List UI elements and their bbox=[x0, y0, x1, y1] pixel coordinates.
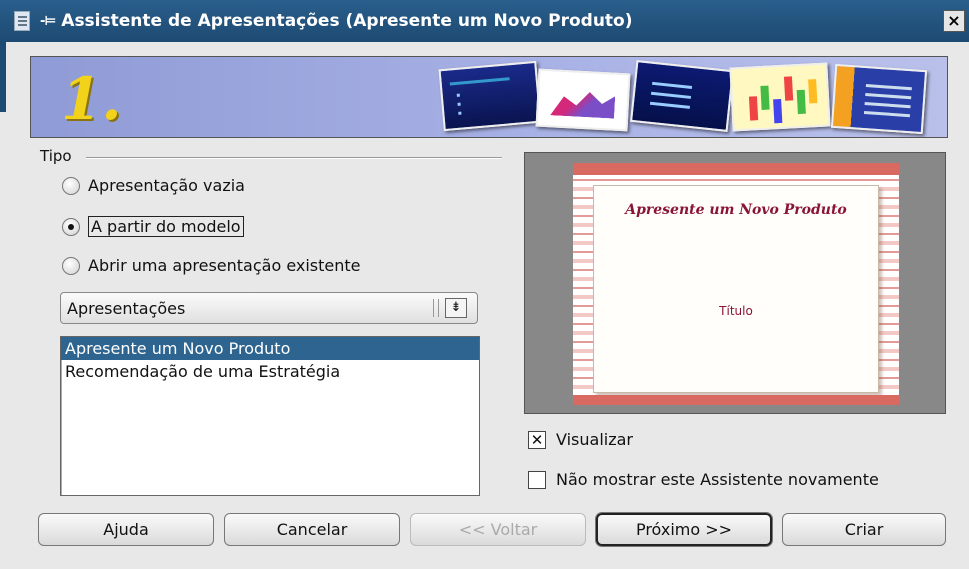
radio-label: Abrir uma apresentação existente bbox=[88, 256, 361, 275]
slide-thumbnail-icon bbox=[630, 60, 734, 132]
step-number: 1. bbox=[61, 65, 122, 133]
criar-button[interactable]: Criar bbox=[782, 513, 946, 546]
visualizar-label: Visualizar bbox=[556, 430, 633, 449]
slide-thumbnail-icon bbox=[438, 60, 542, 132]
pin-icon[interactable]: -⊨ bbox=[40, 14, 56, 29]
document-icon bbox=[14, 9, 34, 33]
radio-abrir-apresentacao[interactable]: Abrir uma apresentação existente bbox=[62, 256, 361, 275]
nao-mostrar-option[interactable]: Não mostrar este Assistente novamente bbox=[528, 470, 879, 489]
slide-subtitle: Título bbox=[719, 304, 753, 318]
category-select[interactable]: Apresentações ⇟ bbox=[60, 292, 478, 324]
nao-mostrar-checkbox[interactable] bbox=[528, 470, 546, 489]
slide-preview: Apresente um Novo Produto Título bbox=[573, 163, 899, 405]
slide-top-band bbox=[573, 163, 899, 175]
radio-label: A partir do modelo bbox=[88, 216, 244, 237]
template-list[interactable]: Apresente um Novo Produto Recomendação d… bbox=[60, 336, 480, 496]
list-item[interactable]: Apresente um Novo Produto bbox=[61, 337, 479, 360]
wizard-banner: 1. bbox=[30, 56, 948, 138]
radio-icon[interactable] bbox=[62, 217, 80, 236]
radio-icon[interactable] bbox=[62, 176, 80, 195]
slide-thumbnail-icon bbox=[830, 63, 928, 135]
visualizar-checkbox[interactable]: ✕ bbox=[528, 430, 546, 449]
proximo-button[interactable]: Próximo >> bbox=[596, 513, 772, 546]
radio-icon[interactable] bbox=[62, 256, 80, 275]
close-button[interactable]: × bbox=[943, 10, 965, 32]
list-item[interactable]: Recomendação de uma Estratégia bbox=[61, 360, 479, 383]
grip-icon bbox=[433, 299, 439, 317]
chevron-down-icon[interactable]: ⇟ bbox=[445, 298, 467, 318]
radio-a-partir-do-modelo[interactable]: A partir do modelo bbox=[62, 216, 244, 237]
radio-apresentacao-vazia[interactable]: Apresentação vazia bbox=[62, 176, 245, 195]
radio-label: Apresentação vazia bbox=[88, 176, 245, 195]
category-select-value: Apresentações bbox=[67, 298, 186, 318]
chart-thumbnail-icon bbox=[535, 68, 631, 132]
close-icon: × bbox=[947, 11, 961, 30]
slide-title: Apresente um Novo Produto bbox=[625, 202, 847, 218]
tipo-group-label: Tipo bbox=[40, 147, 72, 165]
preview-pane: Apresente um Novo Produto Título bbox=[524, 152, 946, 414]
window-title: Assistente de Apresentações (Apresente u… bbox=[61, 11, 633, 31]
slide-card: Apresente um Novo Produto Título bbox=[593, 185, 879, 393]
voltar-button[interactable]: << Voltar bbox=[410, 513, 586, 546]
nao-mostrar-label: Não mostrar este Assistente novamente bbox=[556, 470, 879, 489]
ajuda-button[interactable]: Ajuda bbox=[38, 513, 214, 546]
title-bar: -⊨ Assistente de Apresentações (Apresent… bbox=[0, 0, 969, 42]
slide-bottom-band bbox=[573, 395, 899, 405]
bar-chart-thumbnail-icon bbox=[729, 62, 831, 132]
group-divider bbox=[86, 157, 502, 159]
window-edge bbox=[0, 42, 6, 112]
visualizar-option[interactable]: ✕ Visualizar bbox=[528, 430, 633, 449]
cancelar-button[interactable]: Cancelar bbox=[224, 513, 400, 546]
